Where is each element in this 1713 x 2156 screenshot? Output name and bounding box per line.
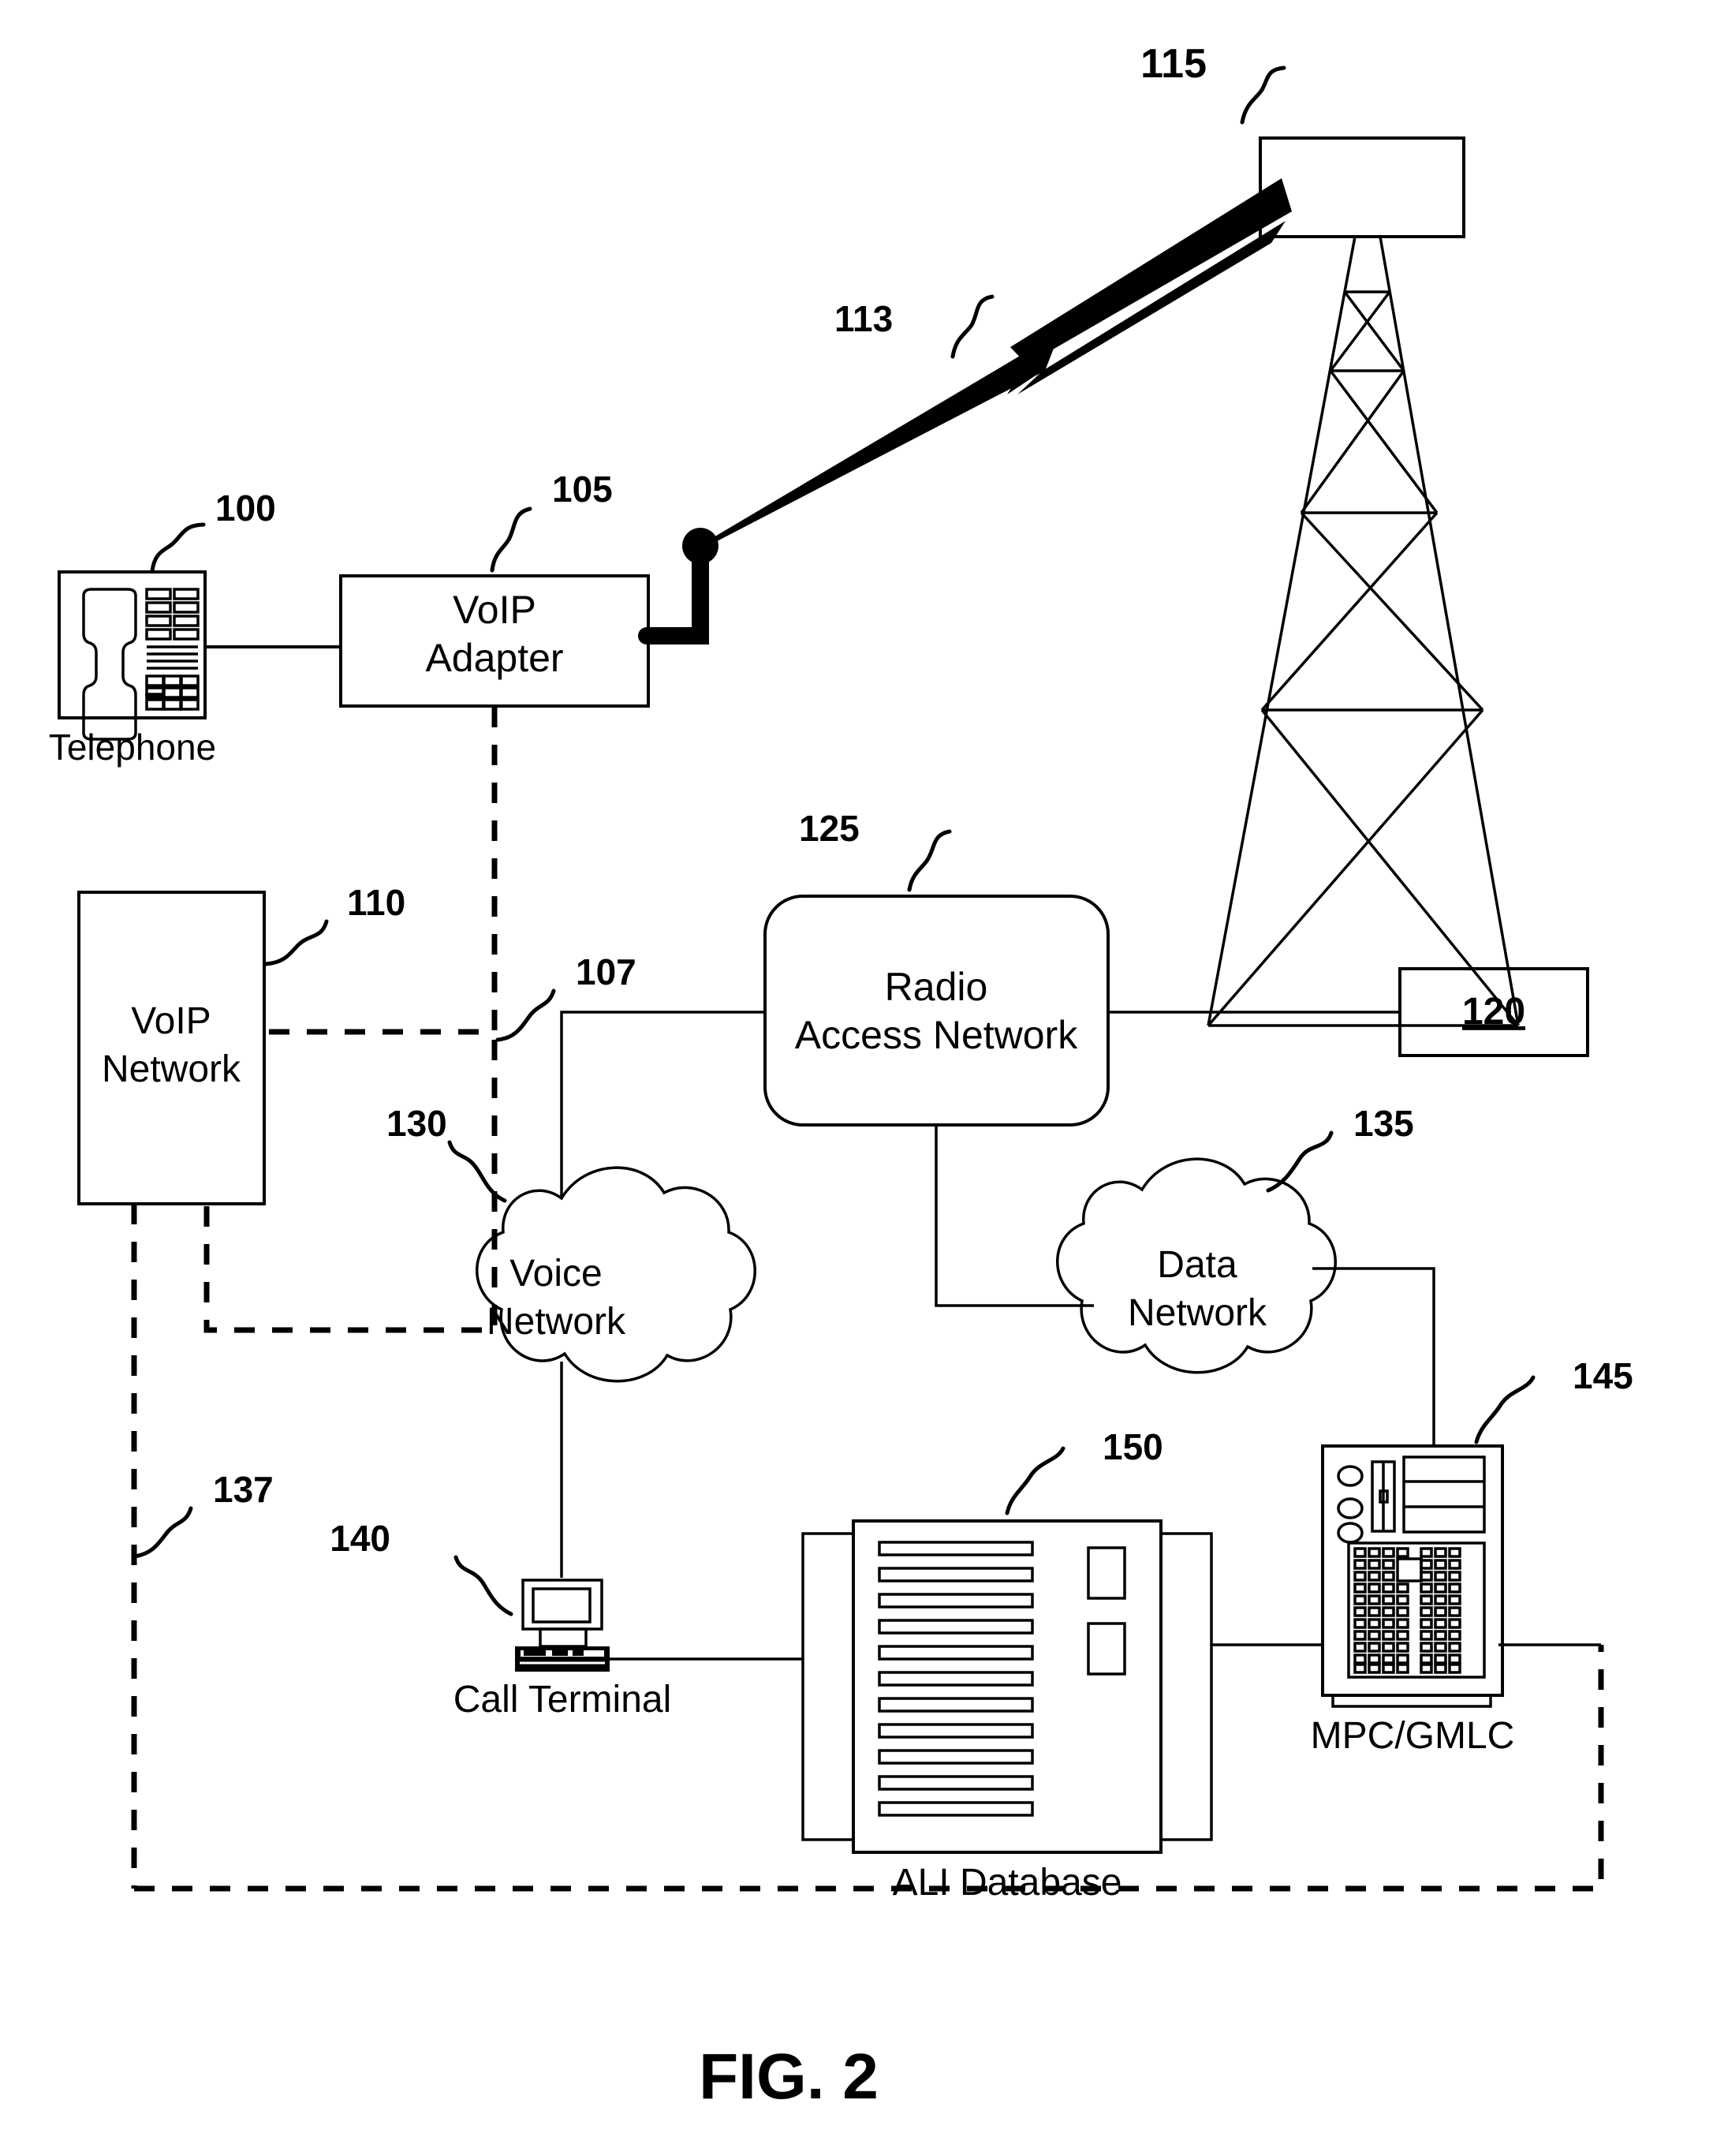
ref-label-113: 113 (834, 298, 893, 339)
radio-access-network-node: Radio Access Network (763, 895, 1110, 1127)
patent-figure-page: 100 Telephone VoIP Adapter 105 113 115 1… (0, 0, 1713, 2156)
leader-line-145 (1474, 1375, 1536, 1444)
ref-label-107: 107 (576, 951, 636, 992)
voice-network-line1: Voice (509, 1253, 602, 1295)
mobile-unit-node: 120 (1398, 967, 1589, 1057)
link-data-mpc (1312, 1267, 1435, 1446)
ref-label-140: 140 (330, 1518, 390, 1559)
ref-label-125: 125 (799, 808, 860, 849)
link-ran-voice (560, 1011, 765, 1198)
voip-to-voice-dashed (203, 1040, 498, 1333)
ref-label-137: 137 (213, 1469, 274, 1510)
link-ran-data (935, 1125, 1094, 1307)
voice-network-line2: Network (487, 1301, 626, 1343)
mobile-unit-label: 120 (1462, 991, 1525, 1033)
ran-line2: Access Network (795, 1013, 1078, 1057)
mpc-gmlc-caption: MPC/GMLC (1311, 1715, 1515, 1757)
leader-line-107 (495, 988, 556, 1042)
ali-database-caption: ALI Database (893, 1862, 1122, 1904)
leader-line-140 (453, 1555, 513, 1616)
voip-network-line1: VoIP (131, 1000, 211, 1042)
ref-label-105: 105 (552, 469, 613, 510)
voip-adapter-node: VoIP Adapter (339, 574, 650, 708)
leader-line-110 (263, 919, 329, 966)
ref-label-100: 100 (215, 488, 276, 529)
leader-line-105 (490, 506, 532, 573)
ref-label-110: 110 (347, 882, 405, 923)
lightning-bolt-icon (700, 178, 1292, 550)
base-station-antenna-node (1259, 136, 1465, 238)
cell-tower-icon (1207, 236, 1520, 1027)
ran-line1: Radio (885, 965, 988, 1009)
ref-label-150: 150 (1103, 1426, 1163, 1467)
leader-line-137 (132, 1506, 193, 1559)
voip-adapter-line2: Adapter (425, 636, 563, 680)
figure-caption: FIG. 2 (699, 2041, 879, 2113)
telephone-icon (58, 570, 207, 741)
data-network-line2: Network (1128, 1292, 1267, 1334)
server-tower-icon (1321, 1444, 1504, 1708)
data-network-line1: Data (1157, 1244, 1237, 1286)
ref-label-115: 115 (1140, 41, 1207, 87)
leader-line-100 (150, 522, 206, 574)
ref-label-135: 135 (1353, 1103, 1414, 1144)
leader-line-150 (1005, 1446, 1065, 1515)
signalling-path-107 (264, 707, 498, 1035)
telephone-caption: Telephone (49, 727, 216, 768)
desktop-computer-icon (515, 1579, 610, 1672)
voip-adapter-line1: VoIP (453, 588, 536, 632)
server-cabinet-icon (801, 1519, 1213, 1854)
ref-label-130: 130 (386, 1103, 447, 1144)
leader-line-125 (907, 829, 952, 892)
leader-line-115 (1240, 65, 1286, 125)
call-terminal-caption: Call Terminal (453, 1679, 672, 1721)
voip-network-node: VoIP Network (77, 891, 266, 1205)
leader-line-113 (950, 294, 995, 359)
voice-network-cloud: Voice Network (476, 1166, 756, 1383)
ref-label-145: 145 (1573, 1355, 1633, 1396)
voip-network-line2: Network (102, 1048, 241, 1090)
data-network-cloud: Data Network (1056, 1157, 1337, 1374)
